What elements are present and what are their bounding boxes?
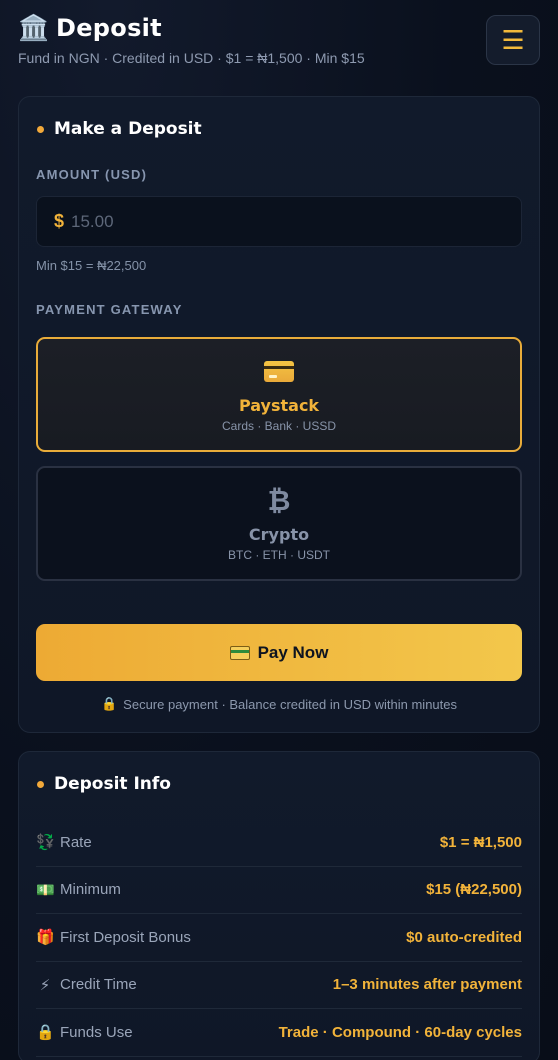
- gateway-methods: BTC · ETH · USDT: [228, 547, 330, 562]
- bank-icon: 🏛️: [18, 13, 50, 42]
- make-deposit-title: Make a Deposit: [54, 119, 202, 139]
- bitcoin-icon: ₿: [267, 483, 291, 517]
- deposit-info-card: Deposit Info 💱 Rate $1 = ₦1,500 💵 Minimum …: [18, 751, 540, 1060]
- make-deposit-card: Make a Deposit AMOUNT (USD) $ Min $15 = …: [18, 96, 540, 733]
- gift-icon: 🎁: [36, 929, 55, 947]
- menu-button[interactable]: ☰: [486, 15, 540, 65]
- gateway-option-crypto[interactable]: ₿ Crypto BTC · ETH · USDT: [36, 466, 522, 581]
- gateway-methods: Cards · Bank · USSD: [221, 418, 337, 433]
- lightning-icon: ⚡: [39, 976, 51, 994]
- info-label: Minimum: [60, 881, 121, 899]
- pay-now-button[interactable]: Pay Now: [36, 624, 522, 681]
- dollar-sign-icon: $: [54, 211, 65, 231]
- secure-payment-note: 🔒 Secure payment · Balance credited in U…: [36, 696, 522, 712]
- info-row-rate: 💱 Rate $1 = ₦1,500: [36, 819, 522, 867]
- secure-payment-text: Secure payment · Balance credited in USD…: [123, 696, 457, 712]
- deposit-info-list: 💱 Rate $1 = ₦1,500 💵 Minimum $15 (₦22,500)…: [36, 819, 522, 1057]
- credit-card-icon: [264, 357, 294, 387]
- bullet-dot-icon: [37, 125, 44, 133]
- info-value: $1 = ₦1,500: [439, 833, 522, 851]
- gateway-name: Paystack: [238, 395, 320, 415]
- info-label: Funds Use: [60, 1023, 133, 1041]
- info-row-funds-use: 🔒 Funds Use Trade · Compound · 60-day cyc…: [36, 1009, 522, 1057]
- page-header: 🏛️ Deposit Fund in NGN · Credited in USD…: [0, 0, 558, 88]
- min-amount-hint: Min $15 = ₦22,500: [36, 258, 147, 273]
- lock-icon: 🔒: [100, 696, 118, 711]
- info-label: Credit Time: [60, 976, 137, 994]
- lock-icon: 🔒: [36, 1024, 55, 1042]
- page-title: Deposit: [56, 14, 162, 42]
- amount-label: AMOUNT (USD): [36, 167, 148, 182]
- deposit-info-title: Deposit Info: [54, 774, 171, 794]
- hamburger-menu-icon: ☰: [501, 25, 525, 55]
- payment-gateway-label: PAYMENT GATEWAY: [36, 302, 183, 317]
- currency-exchange-icon: 💱: [36, 834, 55, 852]
- info-row-bonus: 🎁 First Deposit Bonus $0 auto-credited: [36, 914, 522, 962]
- amount-input[interactable]: [71, 211, 521, 232]
- page-subtitle: Fund in NGN · Credited in USD · $1 = ₦1,…: [18, 50, 365, 66]
- pay-now-label: Pay Now: [257, 642, 329, 662]
- gateway-option-paystack[interactable]: Paystack Cards · Bank · USSD: [36, 337, 522, 452]
- make-deposit-heading: Make a Deposit: [36, 119, 522, 139]
- info-value: 1–3 minutes after payment: [332, 976, 522, 994]
- credit-card-icon: [229, 645, 250, 660]
- info-value: $0 auto-credited: [406, 928, 522, 946]
- info-label: Rate: [60, 833, 92, 851]
- banknote-icon: 💵: [36, 881, 55, 899]
- info-row-credit-time: ⚡ Credit Time 1–3 minutes after payment: [36, 962, 522, 1009]
- amount-field[interactable]: $: [36, 196, 522, 247]
- info-label: First Deposit Bonus: [60, 928, 191, 946]
- gateway-name: Crypto: [248, 524, 310, 544]
- title-row: 🏛️ Deposit: [18, 14, 540, 42]
- info-value: $15 (₦22,500): [426, 881, 522, 899]
- info-value: Trade · Compound · 60-day cycles: [278, 1023, 522, 1041]
- info-row-minimum: 💵 Minimum $15 (₦22,500): [36, 867, 522, 914]
- bullet-dot-icon: [37, 780, 44, 788]
- deposit-info-heading: Deposit Info: [36, 774, 522, 794]
